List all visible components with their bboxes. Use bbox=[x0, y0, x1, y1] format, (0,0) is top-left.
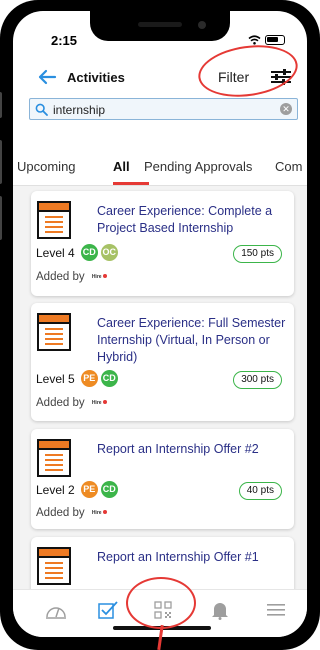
activity-card[interactable]: Career Experience: Full Semester Interns… bbox=[31, 303, 294, 421]
mute-switch bbox=[0, 92, 2, 118]
card-title: Career Experience: Full Semester Interns… bbox=[97, 316, 286, 364]
added-by: Added by Hire bbox=[36, 397, 107, 409]
filter-tabs: Upcoming All Pending Approvals Com bbox=[13, 151, 307, 185]
page-title: Activities bbox=[67, 70, 125, 85]
status-time: 2:15 bbox=[51, 33, 78, 48]
clear-search-icon[interactable]: ✕ bbox=[280, 103, 292, 115]
points-badge: 40 pts bbox=[238, 482, 282, 500]
card-title: Report an Internship Offer #2 bbox=[97, 442, 259, 456]
document-icon bbox=[37, 439, 71, 477]
hire-logo: Hire bbox=[92, 399, 107, 406]
tab-upcoming[interactable]: Upcoming bbox=[17, 159, 76, 174]
level-label: Level 2 bbox=[36, 482, 75, 497]
badge-pe: PE bbox=[80, 481, 98, 498]
level-label: Level 5 bbox=[36, 371, 75, 386]
dashboard-gauge-icon[interactable] bbox=[45, 600, 67, 620]
level-row: Level 4 CD OC bbox=[36, 244, 118, 261]
activity-card[interactable]: Career Experience: Complete a Project Ba… bbox=[31, 191, 294, 296]
menu-icon[interactable] bbox=[265, 600, 287, 620]
volume-down-button bbox=[0, 196, 2, 240]
level-label: Level 4 bbox=[36, 245, 75, 260]
search-icon bbox=[35, 103, 48, 116]
added-by: Added by Hire bbox=[36, 507, 107, 519]
badge-cd: CD bbox=[100, 370, 118, 387]
badge-oc: OC bbox=[100, 244, 118, 261]
speaker bbox=[138, 22, 182, 27]
search-box[interactable]: ✕ bbox=[29, 98, 298, 120]
back-arrow-icon[interactable] bbox=[37, 67, 57, 87]
level-row: Level 5 PE CD bbox=[36, 370, 118, 387]
camera bbox=[198, 21, 206, 29]
volume-up-button bbox=[0, 140, 2, 184]
search-input[interactable] bbox=[53, 103, 273, 117]
points-badge: 150 pts bbox=[233, 245, 282, 263]
qr-annotation-circle bbox=[126, 577, 196, 629]
points-badge: 300 pts bbox=[233, 371, 282, 389]
tab-all[interactable]: All bbox=[113, 159, 130, 174]
battery-icon bbox=[265, 35, 285, 45]
badge-pe: PE bbox=[80, 370, 98, 387]
tab-pending-approvals[interactable]: Pending Approvals bbox=[144, 159, 252, 174]
wifi-icon bbox=[248, 35, 261, 45]
document-icon bbox=[37, 313, 71, 351]
checklist-icon[interactable] bbox=[97, 600, 119, 620]
notch bbox=[90, 11, 230, 41]
bell-icon[interactable] bbox=[209, 600, 231, 620]
document-icon bbox=[37, 547, 71, 585]
card-title: Report an Internship Offer #1 bbox=[97, 550, 259, 564]
activity-list: Career Experience: Complete a Project Ba… bbox=[13, 186, 307, 589]
document-icon bbox=[37, 201, 71, 239]
badge-cd: CD bbox=[100, 481, 118, 498]
hire-logo: Hire bbox=[92, 273, 107, 280]
added-by-label: Added by bbox=[36, 271, 85, 283]
added-by: Added by Hire bbox=[36, 271, 107, 283]
screen: 2:15 Activities Filter internship ✕ Upco… bbox=[13, 11, 307, 637]
added-by-label: Added by bbox=[36, 397, 85, 409]
status-icons bbox=[248, 35, 285, 45]
hire-logo: Hire bbox=[92, 509, 107, 516]
phone-frame: 2:15 Activities Filter internship ✕ Upco… bbox=[0, 0, 320, 650]
added-by-label: Added by bbox=[36, 507, 85, 519]
card-title: Career Experience: Complete a Project Ba… bbox=[97, 204, 273, 235]
level-row: Level 2 PE CD bbox=[36, 481, 118, 498]
activity-card[interactable]: Report an Internship Offer #2 Level 2 PE… bbox=[31, 429, 294, 529]
tab-completed[interactable]: Com bbox=[275, 159, 302, 174]
badge-cd: CD bbox=[80, 244, 98, 261]
